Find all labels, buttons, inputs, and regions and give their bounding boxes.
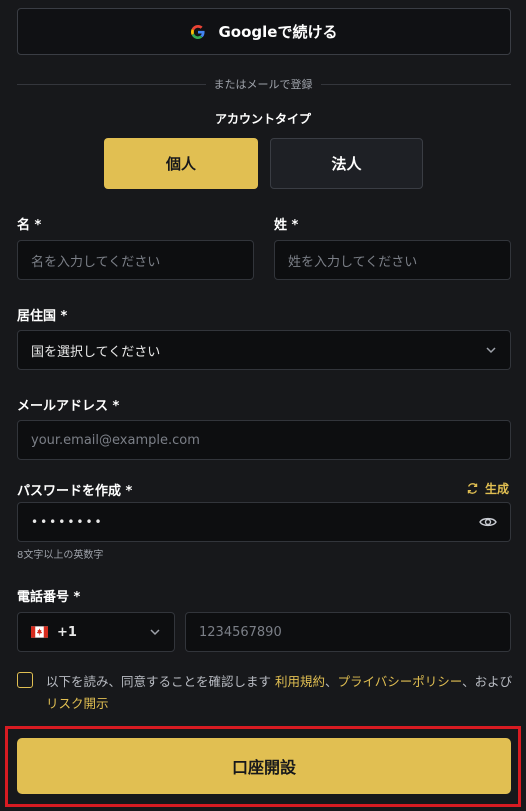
terms-of-service-link[interactable]: 利用規約 <box>275 674 325 689</box>
first-name-placeholder: 名を入力してください <box>31 254 161 270</box>
privacy-policy-link[interactable]: プライバシーポリシー <box>338 674 463 689</box>
password-input[interactable]: •••••••• <box>17 502 511 542</box>
last-name-input[interactable]: 姓を入力してください <box>274 240 511 280</box>
account-type-corporate-button[interactable]: 法人 <box>270 138 423 189</box>
generate-password-label: 生成 <box>485 482 510 496</box>
phone-country-code-value: +1 <box>57 624 77 640</box>
google-signin-button[interactable]: Googleで続ける <box>17 8 511 55</box>
open-account-button[interactable]: 口座開設 <box>17 738 511 794</box>
divider: またはメールで登録 <box>0 76 526 92</box>
risk-disclosure-link[interactable]: リスク開示 <box>46 696 109 711</box>
last-name-label: 姓 * <box>274 218 299 233</box>
divider-text: またはメールで登録 <box>205 78 321 91</box>
phone-country-code: +1 <box>31 625 77 640</box>
refresh-icon <box>467 483 478 494</box>
phone-number-input[interactable]: 1234567890 <box>185 612 511 652</box>
country-select[interactable]: 国を選択してください <box>17 330 511 370</box>
phone-number-placeholder: 1234567890 <box>199 624 282 640</box>
terms-separator: 、 <box>325 674 338 689</box>
phone-label: 電話番号 * <box>17 590 81 605</box>
generate-password-button[interactable]: 生成 <box>466 480 509 497</box>
account-type-individual-button[interactable]: 個人 <box>104 138 258 189</box>
first-name-label: 名 * <box>17 218 42 233</box>
canada-flag-icon <box>31 626 48 638</box>
terms-checkbox[interactable] <box>17 672 33 688</box>
google-button-label: Googleで続ける <box>218 23 338 41</box>
first-name-input[interactable]: 名を入力してください <box>17 240 254 280</box>
email-input[interactable]: your.email@example.com <box>17 420 511 460</box>
password-hint: 8文字以上の英数字 <box>17 550 104 561</box>
terms-prefix: 以下を読み、同意することを確認します <box>46 674 275 689</box>
last-name-placeholder: 姓を入力してください <box>288 254 418 270</box>
chevron-down-icon <box>486 347 496 354</box>
country-label: 居住国 * <box>17 309 68 324</box>
phone-country-code-select[interactable]: +1 <box>17 612 175 652</box>
country-select-value: 国を選択してください <box>31 344 161 360</box>
email-label: メールアドレス * <box>17 399 120 414</box>
email-placeholder: your.email@example.com <box>31 432 200 448</box>
password-masked-value: •••••••• <box>31 515 104 529</box>
google-icon <box>190 24 205 39</box>
terms-separator-2: 、および <box>462 674 513 689</box>
terms-text: 以下を読み、同意することを確認します 利用規約、プライバシーポリシー、および リ… <box>46 671 516 715</box>
account-type-title: アカウントタイプ <box>214 112 311 126</box>
password-label: パスワードを作成 * <box>17 484 133 499</box>
chevron-down-icon <box>150 629 160 636</box>
eye-icon[interactable] <box>479 515 497 529</box>
